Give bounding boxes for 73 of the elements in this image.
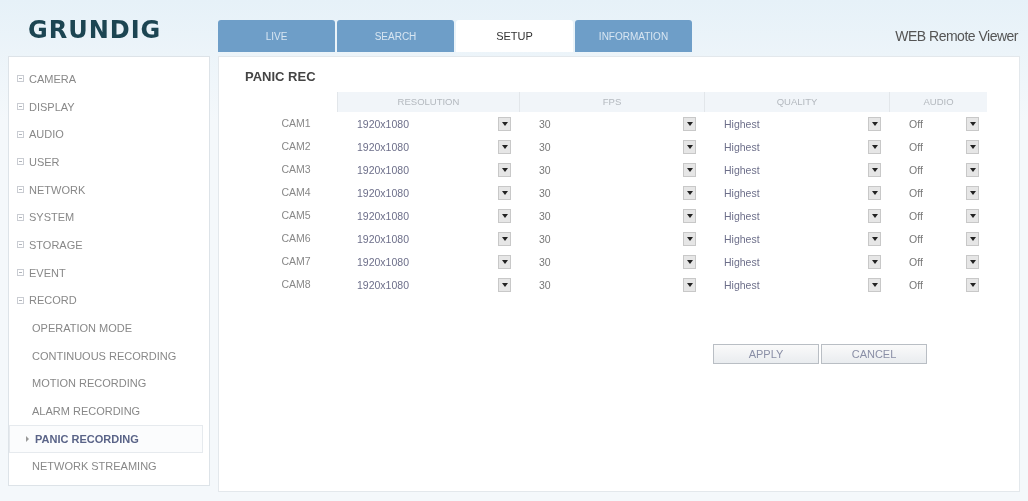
sidebar-item[interactable]: CAMERA [9,65,209,93]
dropdown[interactable]: Highest [704,250,889,273]
dropdown[interactable]: 1920x1080 [337,112,519,135]
dropdown[interactable]: Highest [704,204,889,227]
dropdown[interactable]: Off [889,227,987,250]
app-title: WEB Remote Viewer [895,28,1018,46]
sidebar-subitem[interactable]: PANIC RECORDING [9,424,203,453]
sidebar-item[interactable]: USER [9,148,209,176]
sidebar-item[interactable]: NETWORK [9,175,209,204]
camera-label: CAM8 [280,277,312,292]
tree-node-icon [17,130,24,138]
sidebar-subitem[interactable]: NETWORK STREAMING [9,452,203,481]
dropdown[interactable]: 30 [519,135,704,158]
tree-node-icon [17,103,24,111]
action-button[interactable]: CANCEL [821,344,927,364]
dropdown[interactable]: Highest [704,135,889,158]
dropdown[interactable]: Highest [704,227,889,250]
sidebar-item[interactable]: DISPLAY [9,92,209,121]
panel-title: PANIC REC [245,69,317,84]
sidebar-item[interactable]: EVENT [9,258,209,287]
dropdown[interactable]: 30 [519,112,704,135]
camera-label: CAM2 [280,139,312,154]
dropdown[interactable]: Off [889,112,987,135]
dropdown[interactable]: 30 [519,250,704,273]
camera-label: CAM7 [280,254,312,269]
dropdown[interactable]: Off [889,250,987,273]
dropdown[interactable]: Highest [704,158,889,181]
bullet-icon [26,435,29,442]
camera-label: CAM1 [280,116,312,131]
sidebar-item[interactable]: SYSTEM [9,203,209,232]
dropdown[interactable]: 1920x1080 [337,181,519,204]
action-button[interactable]: APPLY [713,344,819,364]
dropdown[interactable]: Highest [704,273,889,296]
dropdown[interactable]: 1920x1080 [337,204,519,227]
logo: GRUNDIG [28,16,163,46]
dropdown[interactable]: Off [889,273,987,296]
column-header: RESOLUTION [337,92,519,112]
tree-node-icon [17,296,24,304]
tree-node-icon [17,213,24,221]
tree-node-icon [17,158,24,166]
sidebar-item[interactable]: AUDIO [9,120,209,149]
dropdown[interactable]: Off [889,181,987,204]
dropdown[interactable]: Off [889,204,987,227]
sidebar-subitem[interactable]: CONTINUOUS RECORDING [9,341,203,370]
tab[interactable]: SETUP [456,20,573,52]
dropdown[interactable]: 1920x1080 [337,227,519,250]
sidebar-subitem[interactable]: MOTION RECORDING [9,369,203,398]
dropdown[interactable]: Off [889,135,987,158]
dropdown[interactable]: Off [889,158,987,181]
tree-node-icon [17,75,24,83]
dropdown[interactable]: 30 [519,273,704,296]
dropdown[interactable]: 30 [519,204,704,227]
dropdown[interactable]: Highest [704,181,889,204]
dropdown[interactable]: 30 [519,227,704,250]
tree-node-icon [17,269,24,277]
dropdown[interactable]: 1920x1080 [337,158,519,181]
sidebar-subitem[interactable]: OPERATION MODE [9,314,203,342]
sidebar-item[interactable]: STORAGE [9,231,209,259]
dropdown[interactable]: 30 [519,158,704,181]
tree-node-icon [17,186,24,194]
camera-label: CAM4 [280,185,312,200]
sidebar-item[interactable]: RECORD [9,286,209,315]
dropdown[interactable]: Highest [704,112,889,135]
camera-label: CAM5 [280,208,312,223]
column-header: QUALITY [704,92,889,112]
dropdown[interactable]: 1920x1080 [337,273,519,296]
tree-node-icon [17,241,24,249]
camera-label: CAM6 [280,231,312,246]
dropdown[interactable]: 1920x1080 [337,135,519,158]
dropdown[interactable]: 30 [519,181,704,204]
dropdown[interactable]: 1920x1080 [337,250,519,273]
sidebar-subitem[interactable]: ALARM RECORDING [9,397,203,425]
camera-label: CAM3 [280,162,312,177]
